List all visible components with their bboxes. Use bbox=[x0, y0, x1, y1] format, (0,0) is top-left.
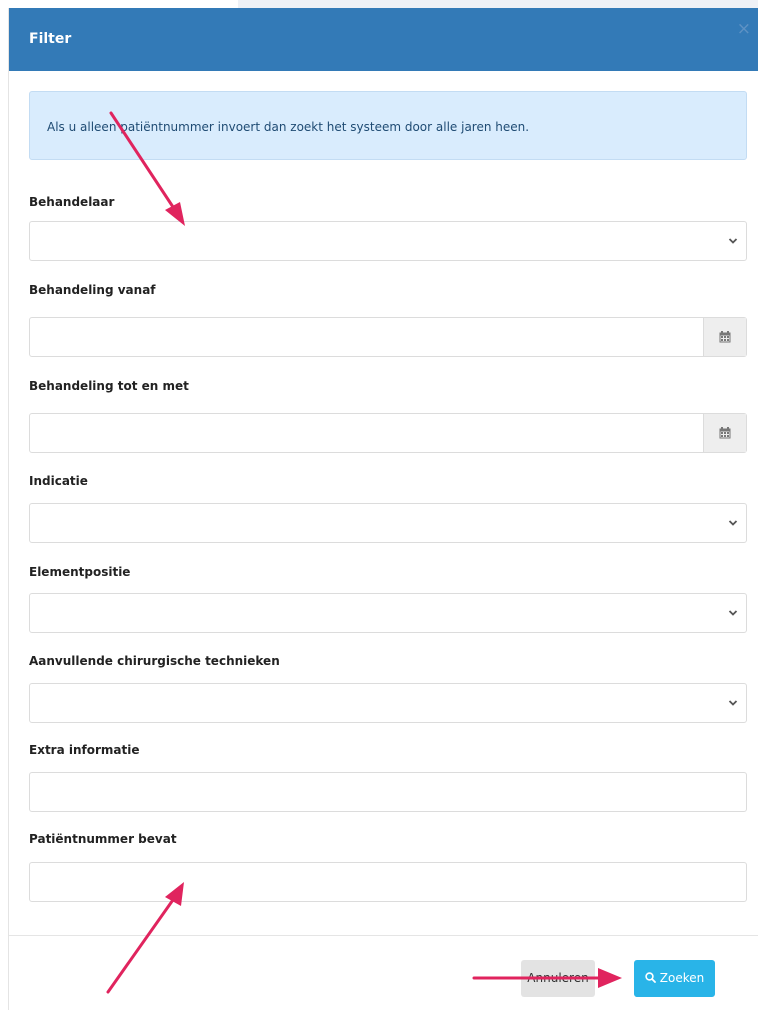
patientnummer-label: Patiëntnummer bevat bbox=[29, 832, 177, 846]
behandelaar-label: Behandelaar bbox=[29, 195, 115, 209]
indicatie-select[interactable] bbox=[29, 503, 747, 543]
filter-modal: Filter × Als u alleen patiëntnummer invo… bbox=[8, 8, 758, 1010]
behandeling-vanaf-input[interactable] bbox=[29, 317, 747, 357]
behandeling-tot-calendar-button[interactable] bbox=[703, 414, 746, 452]
elementpositie-select[interactable] bbox=[29, 593, 747, 633]
technieken-label: Aanvullende chirurgische technieken bbox=[29, 654, 280, 668]
info-alert: Als u alleen patiëntnummer invoert dan z… bbox=[29, 91, 747, 160]
behandelaar-select[interactable] bbox=[29, 221, 747, 261]
behandeling-tot-value bbox=[30, 426, 40, 440]
modal-title: Filter bbox=[29, 31, 72, 47]
extra-info-label: Extra informatie bbox=[29, 743, 140, 757]
search-button[interactable]: Zoeken bbox=[634, 960, 715, 997]
patientnummer-input[interactable] bbox=[29, 862, 747, 902]
search-button-label: Zoeken bbox=[659, 971, 705, 985]
calendar-icon bbox=[719, 331, 731, 343]
chevron-down-icon bbox=[728, 700, 738, 706]
info-alert-text: Als u alleen patiëntnummer invoert dan z… bbox=[47, 120, 530, 134]
chevron-down-icon bbox=[728, 238, 738, 244]
page-background-right bbox=[238, 0, 758, 8]
calendar-icon bbox=[719, 427, 731, 439]
extra-info-input[interactable] bbox=[29, 772, 747, 812]
cancel-button[interactable]: Annuleren bbox=[521, 960, 595, 997]
behandeling-vanaf-value bbox=[30, 330, 40, 344]
behandeling-tot-input[interactable] bbox=[29, 413, 747, 453]
indicatie-label: Indicatie bbox=[29, 474, 88, 488]
modal-header: Filter × bbox=[9, 8, 758, 71]
modal-footer-divider bbox=[9, 935, 758, 936]
chevron-down-icon bbox=[728, 610, 738, 616]
close-icon[interactable]: × bbox=[737, 21, 751, 38]
technieken-select[interactable] bbox=[29, 683, 747, 723]
behandeling-tot-label: Behandeling tot en met bbox=[29, 379, 189, 393]
elementpositie-label: Elementpositie bbox=[29, 565, 131, 579]
behandeling-vanaf-calendar-button[interactable] bbox=[703, 318, 746, 356]
behandeling-vanaf-label: Behandeling vanaf bbox=[29, 283, 156, 297]
page-background-strip bbox=[0, 0, 758, 8]
search-icon bbox=[645, 972, 656, 983]
chevron-down-icon bbox=[728, 520, 738, 526]
